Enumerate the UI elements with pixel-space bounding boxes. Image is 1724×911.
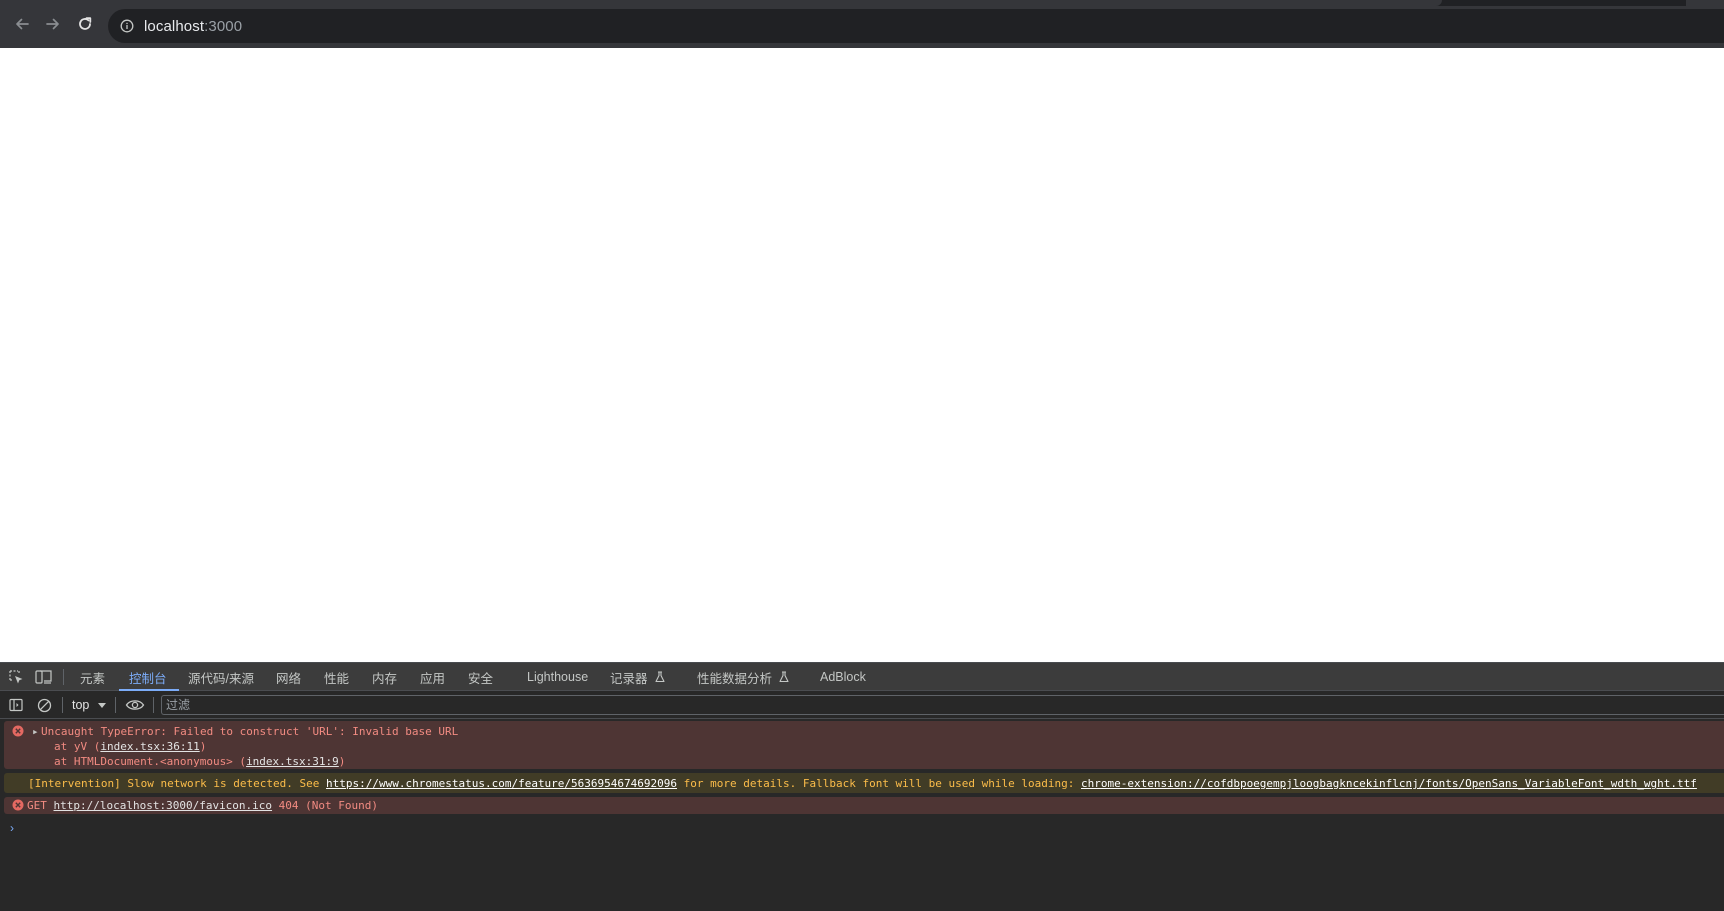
console-sidebar-toggle[interactable] <box>7 696 25 714</box>
address-bar[interactable]: localhost:3000 <box>108 9 1724 43</box>
clear-console-button[interactable] <box>35 696 53 714</box>
console-error-message: ▸ Uncaught TypeError: Failed to construct… <box>4 721 1724 769</box>
warning-text: [Intervention] Slow network is detected.… <box>28 777 327 790</box>
error-icon <box>12 725 24 737</box>
console-toolbar: top <box>0 691 1724 719</box>
stack-frame-prefix: at HTMLDocument.<anonymous> ( <box>54 755 247 768</box>
javascript-context-select[interactable]: top <box>72 696 107 714</box>
toolbar-divider <box>62 697 63 713</box>
toolbar-divider <box>63 669 64 685</box>
tab-elements[interactable]: 元素 <box>80 663 105 691</box>
tab-performance-insights[interactable]: 性能数据分析 <box>697 663 790 691</box>
tab-performance-insights-label: 性能数据分析 <box>697 671 773 686</box>
source-link[interactable]: index.tsx:31:9 <box>246 755 339 768</box>
block-icon <box>37 698 51 712</box>
request-method: GET <box>27 799 54 812</box>
browser-toolbar: localhost:3000 <box>0 0 1724 48</box>
experiment-flask-icon <box>778 671 790 683</box>
console-prompt[interactable]: › <box>10 821 14 835</box>
tab-performance[interactable]: 性能 <box>324 663 349 691</box>
url-host: localhost <box>144 17 205 35</box>
console-messages: ▸ Uncaught TypeError: Failed to construct… <box>0 719 1724 814</box>
context-select-value: top <box>72 698 90 712</box>
site-info-icon[interactable] <box>119 18 135 34</box>
back-button[interactable] <box>11 13 33 35</box>
sidebar-icon <box>9 698 23 712</box>
error-icon <box>12 799 24 811</box>
source-link[interactable]: index.tsx:36:11 <box>100 740 199 753</box>
active-tab[interactable] <box>0 0 1442 6</box>
url-port: :3000 <box>204 17 243 35</box>
font-resource-link[interactable]: chrome-extension://cofdbpoegempjloogbagk… <box>1081 777 1697 790</box>
tab-lighthouse[interactable]: Lighthouse <box>527 663 588 691</box>
devtools-tabbar: 元素 控制台 源代码/来源 网络 性能 内存 应用 安全 Lighthouse … <box>0 663 1724 691</box>
tab-strip-right <box>1686 0 1724 6</box>
request-url-link[interactable]: http://localhost:3000/favicon.ico <box>54 799 273 812</box>
arrow-left-icon <box>16 18 29 30</box>
device-toolbar-button[interactable] <box>35 668 53 686</box>
tab-sources[interactable]: 源代码/来源 <box>188 663 254 691</box>
arrow-right-icon <box>46 18 59 30</box>
tab-security[interactable]: 安全 <box>468 663 493 691</box>
tab-recorder-label: 记录器 <box>610 671 648 686</box>
devtools-panel: 元素 控制台 源代码/来源 网络 性能 内存 应用 安全 Lighthouse … <box>0 662 1724 911</box>
console-warning-message: [Intervention] Slow network is detected.… <box>4 773 1724 793</box>
chromestatus-link[interactable]: https://www.chromestatus.com/feature/563… <box>326 777 677 790</box>
tab-memory[interactable]: 内存 <box>372 663 397 691</box>
inspect-icon <box>9 670 23 684</box>
stack-frame-prefix: at yV ( <box>54 740 101 753</box>
experiment-flask-icon <box>654 671 666 683</box>
reload-button[interactable] <box>74 13 96 35</box>
tab-adblock[interactable]: AdBlock <box>820 663 866 691</box>
stack-frame-suffix: ) <box>199 740 207 753</box>
tab-console[interactable]: 控制台 <box>119 663 178 691</box>
url-text[interactable]: localhost:3000 <box>144 18 242 35</box>
eye-icon <box>125 700 145 710</box>
stack-frame-suffix: ) <box>338 755 346 768</box>
tab-recorder[interactable]: 记录器 <box>610 663 666 691</box>
tab-application[interactable]: 应用 <box>420 663 445 691</box>
request-status: 404 (Not Found) <box>272 799 379 812</box>
forward-button[interactable] <box>42 13 64 35</box>
tab-strip <box>0 0 1724 6</box>
reload-icon <box>79 17 92 30</box>
device-icon <box>35 670 52 684</box>
caret-down-icon <box>98 698 107 712</box>
toolbar-divider <box>153 697 154 713</box>
inspect-element-button[interactable] <box>7 668 25 686</box>
warning-text: for more details. Fallback font will be … <box>677 777 1081 790</box>
console-error-message: GET http://localhost:3000/favicon.ico 40… <box>4 797 1724 814</box>
live-expression-button[interactable] <box>125 696 145 714</box>
error-message-text: Uncaught TypeError: Failed to construct … <box>41 725 459 738</box>
disclosure-triangle-icon[interactable]: ▸ <box>32 724 41 739</box>
tab-network[interactable]: 网络 <box>276 663 301 691</box>
page-viewport <box>0 48 1724 662</box>
console-filter-input[interactable] <box>161 695 1724 715</box>
toolbar-divider <box>115 697 116 713</box>
